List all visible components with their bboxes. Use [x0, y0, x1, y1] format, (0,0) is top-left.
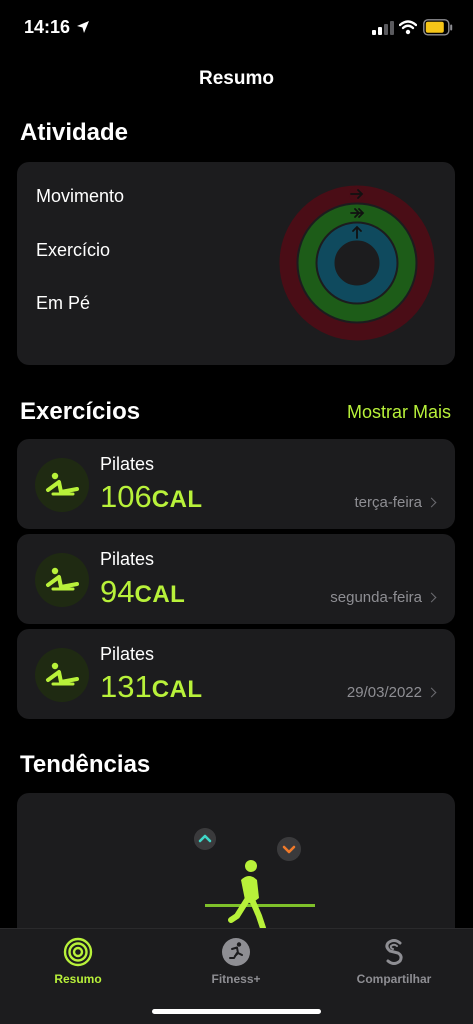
rings-icon	[63, 937, 93, 967]
share-rings-icon	[385, 939, 403, 965]
workout-calories: 131CAL	[100, 669, 203, 704]
chevron-right-icon	[426, 497, 437, 508]
workout-row[interactable]: Pilates 106CAL terça-feira	[17, 439, 455, 529]
pilates-icon	[35, 553, 89, 607]
workout-name: Pilates	[100, 454, 155, 474]
tab-label: Compartilhar	[356, 972, 432, 986]
pilates-icon	[35, 648, 89, 702]
status-time: 14:16	[24, 17, 71, 37]
battery-icon	[423, 19, 453, 36]
page-title: Resumo	[199, 68, 274, 89]
tab-fitness-plus[interactable]: Fitness+	[176, 937, 296, 986]
activity-rings-icon	[279, 185, 435, 341]
workouts-section-title: Exercícios	[20, 398, 141, 425]
activity-rings-card[interactable]: Movimento Exercício Em Pé	[17, 162, 455, 365]
workout-row[interactable]: Pilates 131CAL 29/03/2022	[17, 629, 455, 719]
stand-ring-label: Em Pé	[36, 293, 91, 313]
trends-section-title: Tendências	[20, 751, 151, 778]
workout-date: segunda-feira	[330, 589, 437, 606]
workout-date: terça-feira	[354, 494, 437, 511]
workout-calories: 94CAL	[100, 574, 186, 609]
wifi-icon	[399, 20, 417, 35]
running-person-icon	[222, 938, 250, 966]
workout-calories: 106CAL	[100, 479, 203, 514]
cellular-signal-icon	[372, 21, 394, 35]
trend-down-icon	[277, 837, 301, 861]
show-more-link[interactable]: Mostrar Mais	[347, 402, 451, 423]
tab-resumo[interactable]: Resumo	[18, 937, 138, 986]
home-indicator[interactable]	[152, 1009, 321, 1014]
tab-label: Resumo	[54, 972, 102, 986]
pilates-icon	[35, 458, 89, 512]
status-bar: 14:16	[0, 0, 473, 56]
trend-up-icon	[194, 828, 216, 850]
location-arrow-icon	[77, 21, 89, 33]
move-ring-label: Movimento	[36, 186, 125, 206]
walking-person-icon	[228, 860, 266, 930]
workout-name: Pilates	[100, 549, 155, 569]
workout-date: 29/03/2022	[347, 684, 437, 701]
workout-name: Pilates	[100, 644, 155, 664]
activity-section-title: Atividade	[20, 119, 129, 146]
chevron-right-icon	[426, 687, 437, 698]
chevron-right-icon	[426, 592, 437, 603]
workout-row[interactable]: Pilates 94CAL segunda-feira	[17, 534, 455, 624]
tab-label: Fitness+	[211, 972, 261, 986]
tab-compartilhar[interactable]: Compartilhar	[334, 937, 454, 986]
exercise-ring-label: Exercício	[36, 240, 111, 260]
